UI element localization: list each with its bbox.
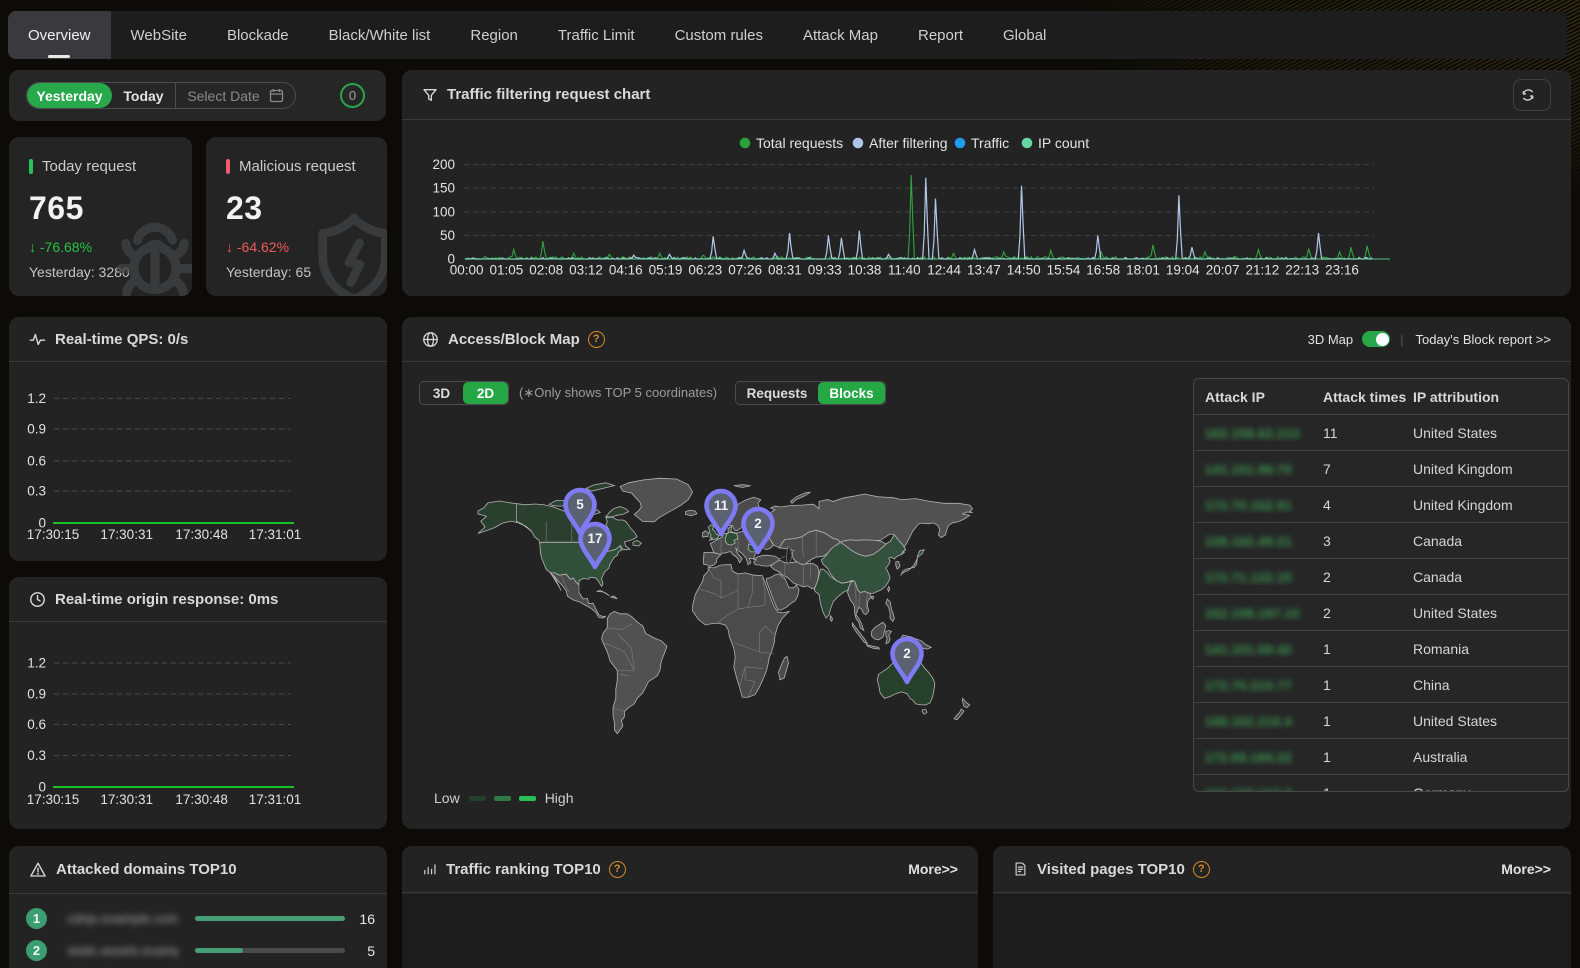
svg-text:14:50: 14:50 (1007, 263, 1041, 278)
svg-text:100: 100 (432, 204, 455, 219)
svg-text:04:16: 04:16 (609, 263, 643, 278)
svg-text:17: 17 (587, 531, 602, 546)
svg-text:17:30:15: 17:30:15 (27, 527, 80, 542)
svg-text:17:31:01: 17:31:01 (249, 792, 302, 807)
svg-text:2: 2 (903, 646, 911, 661)
svg-text:12:44: 12:44 (927, 263, 961, 278)
svg-text:1.2: 1.2 (27, 391, 46, 406)
svg-text:00:00: 00:00 (450, 263, 484, 278)
svg-text:06:23: 06:23 (688, 263, 722, 278)
svg-text:15:54: 15:54 (1047, 263, 1081, 278)
svg-text:17:30:31: 17:30:31 (100, 527, 153, 542)
svg-text:02:08: 02:08 (529, 263, 563, 278)
svg-text:Total requests: Total requests (756, 135, 843, 151)
svg-text:0.6: 0.6 (27, 717, 46, 732)
svg-text:13:47: 13:47 (967, 263, 1001, 278)
svg-text:200: 200 (432, 157, 455, 172)
svg-text:After filtering: After filtering (869, 135, 948, 151)
svg-text:03:12: 03:12 (569, 263, 603, 278)
svg-text:0.9: 0.9 (27, 422, 46, 437)
svg-text:0.3: 0.3 (27, 484, 46, 499)
svg-text:0.3: 0.3 (27, 748, 46, 763)
svg-text:18:01: 18:01 (1126, 263, 1160, 278)
svg-text:11: 11 (714, 498, 729, 513)
svg-text:10:38: 10:38 (848, 263, 882, 278)
svg-text:0.6: 0.6 (27, 454, 46, 469)
svg-text:17:30:48: 17:30:48 (175, 527, 228, 542)
svg-text:09:33: 09:33 (808, 263, 842, 278)
svg-text:08:31: 08:31 (768, 263, 802, 278)
svg-text:21:12: 21:12 (1246, 263, 1280, 278)
svg-text:50: 50 (440, 228, 455, 243)
svg-text:16:58: 16:58 (1086, 263, 1120, 278)
svg-text:17:30:15: 17:30:15 (27, 792, 80, 807)
svg-text:5: 5 (576, 497, 584, 512)
svg-text:IP count: IP count (1038, 135, 1089, 151)
svg-text:19:04: 19:04 (1166, 263, 1200, 278)
svg-text:05:19: 05:19 (649, 263, 683, 278)
svg-text:Traffic: Traffic (971, 135, 1009, 151)
svg-text:2: 2 (754, 516, 762, 531)
svg-text:1.2: 1.2 (27, 656, 46, 671)
svg-text:11:40: 11:40 (888, 263, 921, 278)
svg-text:17:30:48: 17:30:48 (175, 792, 228, 807)
svg-text:01:05: 01:05 (490, 263, 524, 278)
svg-text:17:30:31: 17:30:31 (100, 792, 153, 807)
svg-text:22:13: 22:13 (1285, 263, 1319, 278)
svg-text:17:31:01: 17:31:01 (249, 527, 302, 542)
svg-text:23:16: 23:16 (1325, 263, 1359, 278)
svg-text:20:07: 20:07 (1206, 263, 1240, 278)
svg-text:150: 150 (432, 181, 455, 196)
svg-text:0.9: 0.9 (27, 687, 46, 702)
svg-text:07:26: 07:26 (728, 263, 762, 278)
